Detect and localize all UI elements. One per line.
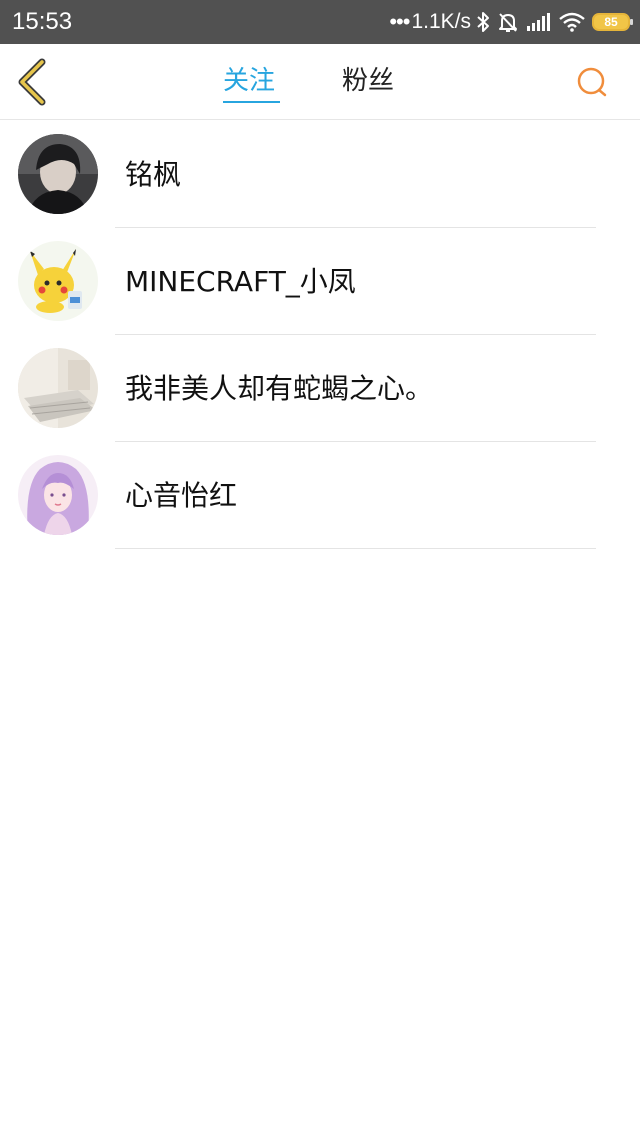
- battery-level: 85: [604, 15, 618, 29]
- avatar: [18, 134, 98, 214]
- user-name: MINECRAFT_小凤: [125, 265, 356, 298]
- list-item[interactable]: 我非美人却有蛇蝎之心。: [0, 335, 640, 442]
- tab-following[interactable]: 关注: [223, 64, 275, 98]
- signal-icon: [526, 12, 552, 32]
- status-time: 15:53: [12, 8, 73, 35]
- battery-icon: 85: [592, 13, 633, 31]
- search-icon: [577, 67, 607, 97]
- status-indicators: ••• 1.1K/s 85: [389, 0, 633, 44]
- network-speed: 1.1K/s: [411, 10, 471, 33]
- user-name: 铭枫: [125, 158, 182, 191]
- search-button[interactable]: [572, 62, 612, 102]
- bluetooth-icon: [476, 11, 490, 33]
- list-item[interactable]: 心音怡红: [0, 442, 640, 549]
- list-item[interactable]: 铭枫: [0, 121, 640, 228]
- tab-active-indicator: [223, 101, 280, 103]
- divider: [115, 548, 596, 549]
- back-arrow-icon: [18, 58, 46, 106]
- avatar: [18, 241, 98, 321]
- wifi-icon: [559, 12, 585, 32]
- list-item[interactable]: MINECRAFT_小凤: [0, 228, 640, 335]
- tab-fans[interactable]: 粉丝: [342, 64, 394, 98]
- avatar: [18, 348, 98, 428]
- mute-icon: [497, 11, 519, 33]
- user-name: 心音怡红: [125, 479, 238, 512]
- avatar: [18, 455, 98, 535]
- status-dots: •••: [389, 9, 410, 34]
- user-name: 我非美人却有蛇蝎之心。: [125, 372, 434, 405]
- back-button[interactable]: [14, 58, 54, 106]
- nav-bar: 关注 粉丝: [0, 44, 640, 120]
- following-list: 铭枫 MINECRAFT_小凤 我非美人却有蛇蝎之心。 心音怡红: [0, 121, 640, 549]
- status-bar: 15:53 ••• 1.1K/s 85: [0, 0, 640, 44]
